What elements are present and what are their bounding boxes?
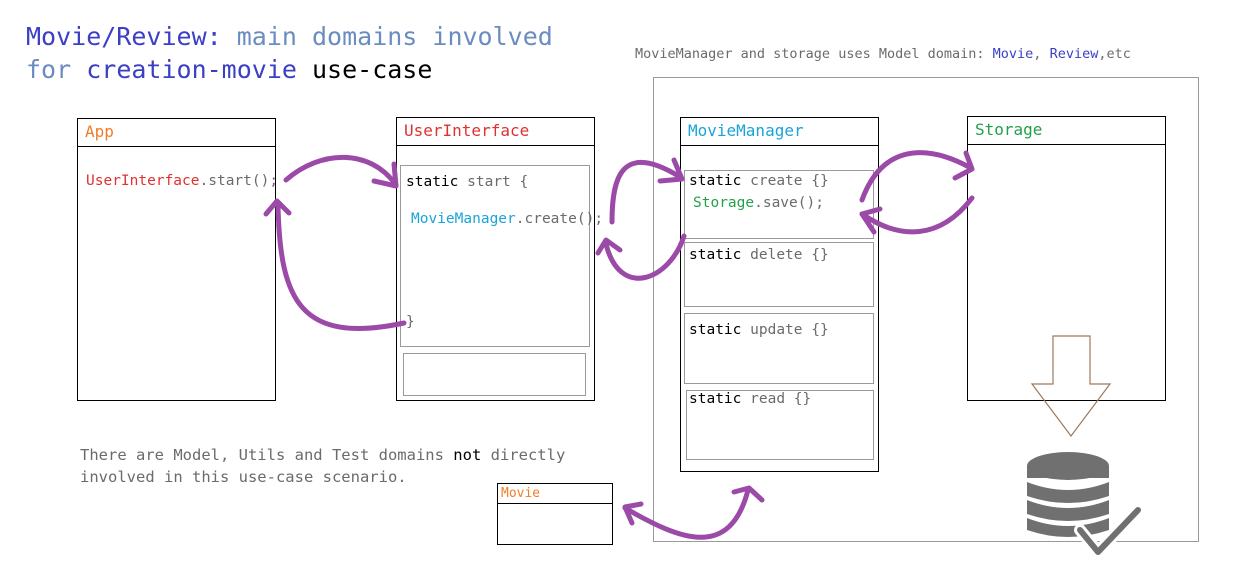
storage-to-create-return-arrow [859, 195, 975, 235]
diagram-connectors [263, 150, 1144, 558]
create-to-ui-return-arrow [603, 233, 687, 281]
ui-to-app-return-arrow [275, 202, 407, 331]
movie-mm-arrow [622, 487, 751, 540]
ui-to-create-arrow [609, 160, 683, 225]
database-check-icon [1027, 452, 1144, 558]
storage-down-arrow-icon [1030, 335, 1112, 437]
